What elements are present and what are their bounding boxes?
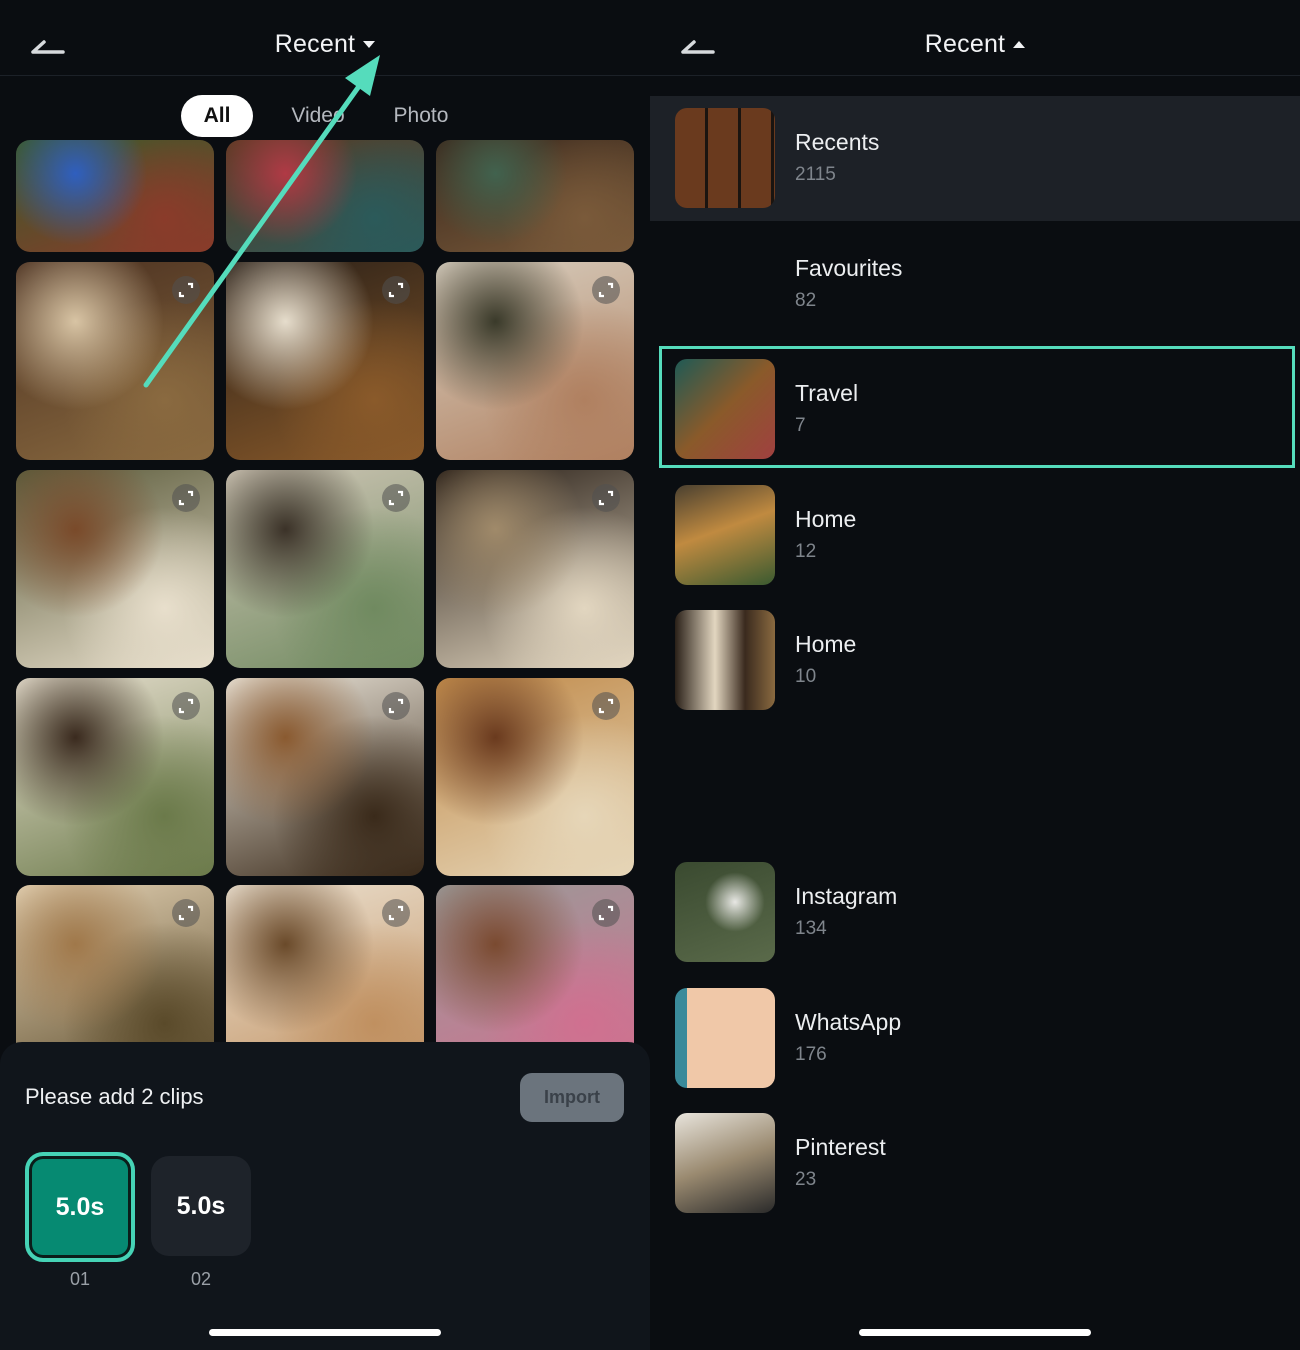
- tab-all[interactable]: All: [181, 95, 253, 137]
- album-name: Recents: [795, 129, 880, 155]
- album-name: Favourites: [795, 255, 903, 281]
- album-list-panel: Recent Recents 2115 Favourites 82 Travel 7 Hom…: [650, 0, 1300, 1350]
- album-count: 2115: [795, 164, 836, 185]
- album-cover: [675, 1113, 775, 1213]
- expand-preview-icon[interactable]: [592, 276, 620, 304]
- album-item[interactable]: Instagram 134: [650, 850, 1300, 975]
- media-grid: [16, 140, 636, 1083]
- album-name: Instagram: [795, 883, 898, 909]
- album-item[interactable]: Favourites 82: [650, 222, 1300, 347]
- album-count: 134: [795, 918, 827, 939]
- album-item[interactable]: Travel 7: [650, 347, 1300, 472]
- header: Recent: [0, 0, 650, 76]
- album-count: 12: [795, 541, 817, 562]
- album-cover: [675, 988, 775, 1088]
- media-thumbnail[interactable]: [226, 470, 424, 668]
- clip-slot-1-index: 01: [69, 1269, 91, 1289]
- expand-preview-icon[interactable]: [172, 484, 200, 512]
- media-thumbnail[interactable]: [16, 470, 214, 668]
- album-dropdown[interactable]: Recent: [0, 30, 650, 66]
- clip-selection-sheet: Please add 2 clips Import 5.0s 01 5.0s 0…: [0, 1042, 650, 1350]
- expand-preview-icon[interactable]: [172, 899, 200, 927]
- media-thumbnail[interactable]: [436, 678, 634, 876]
- album-count: 176: [795, 1044, 827, 1065]
- import-button[interactable]: Import: [520, 1073, 624, 1122]
- filter-tabs: All Video Photo: [0, 95, 650, 137]
- album-cover: [675, 359, 775, 459]
- album-item[interactable]: Home 10: [650, 598, 1300, 723]
- album-count: 82: [795, 290, 817, 311]
- media-picker-panel: Recent All Video Photo Please add 2 clip…: [0, 0, 650, 1350]
- header: Recent: [650, 0, 1300, 76]
- album-cover: [675, 108, 775, 208]
- album-item[interactable]: Pinterest 23: [650, 1101, 1300, 1226]
- album-cover: [675, 485, 775, 585]
- expand-preview-icon[interactable]: [172, 692, 200, 720]
- media-thumbnail[interactable]: [16, 678, 214, 876]
- home-indicator: [859, 1329, 1091, 1336]
- album-item[interactable]: WhatsApp 176: [650, 976, 1300, 1101]
- tab-video[interactable]: Video: [278, 95, 358, 137]
- clip-slot-2-index: 02: [190, 1269, 212, 1289]
- expand-preview-icon[interactable]: [592, 899, 620, 927]
- expand-preview-icon[interactable]: [382, 692, 410, 720]
- media-thumbnail[interactable]: [436, 470, 634, 668]
- album-cover: [675, 610, 775, 710]
- page-title: Recent: [924, 30, 1006, 58]
- media-thumbnail[interactable]: [16, 140, 214, 252]
- album-count: 10: [795, 666, 817, 687]
- expand-preview-icon[interactable]: [382, 276, 410, 304]
- expand-preview-icon[interactable]: [382, 484, 410, 512]
- caret-up-icon: [1013, 41, 1026, 48]
- home-indicator: [209, 1329, 441, 1336]
- expand-preview-icon[interactable]: [592, 484, 620, 512]
- media-thumbnail[interactable]: [226, 140, 424, 252]
- album-count: 23: [795, 1169, 817, 1190]
- album-name: Travel: [795, 380, 859, 406]
- clip-slot-2[interactable]: 5.0s: [151, 1156, 251, 1256]
- page-title: Recent: [274, 30, 356, 58]
- album-name: Pinterest: [795, 1134, 886, 1160]
- album-name: Home: [795, 506, 857, 532]
- tab-photo[interactable]: Photo: [385, 95, 457, 137]
- expand-preview-icon[interactable]: [382, 899, 410, 927]
- clip-slot-1[interactable]: 5.0s: [25, 1152, 135, 1262]
- media-thumbnail[interactable]: [436, 140, 634, 252]
- album-name: Home: [795, 631, 857, 657]
- media-thumbnail[interactable]: [226, 678, 424, 876]
- expand-preview-icon[interactable]: [592, 692, 620, 720]
- clip-prompt: Please add 2 clips: [25, 1084, 204, 1109]
- media-thumbnail[interactable]: [16, 262, 214, 460]
- caret-down-icon: [363, 41, 376, 48]
- expand-preview-icon[interactable]: [172, 276, 200, 304]
- album-item[interactable]: Home 12: [650, 473, 1300, 598]
- media-thumbnail[interactable]: [436, 262, 634, 460]
- media-thumbnail[interactable]: [226, 262, 424, 460]
- album-dropdown[interactable]: Recent: [650, 30, 1300, 66]
- album-name: WhatsApp: [795, 1009, 902, 1035]
- album-count: 7: [795, 415, 806, 436]
- album-item[interactable]: Recents 2115: [650, 96, 1300, 221]
- album-cover: [675, 862, 775, 962]
